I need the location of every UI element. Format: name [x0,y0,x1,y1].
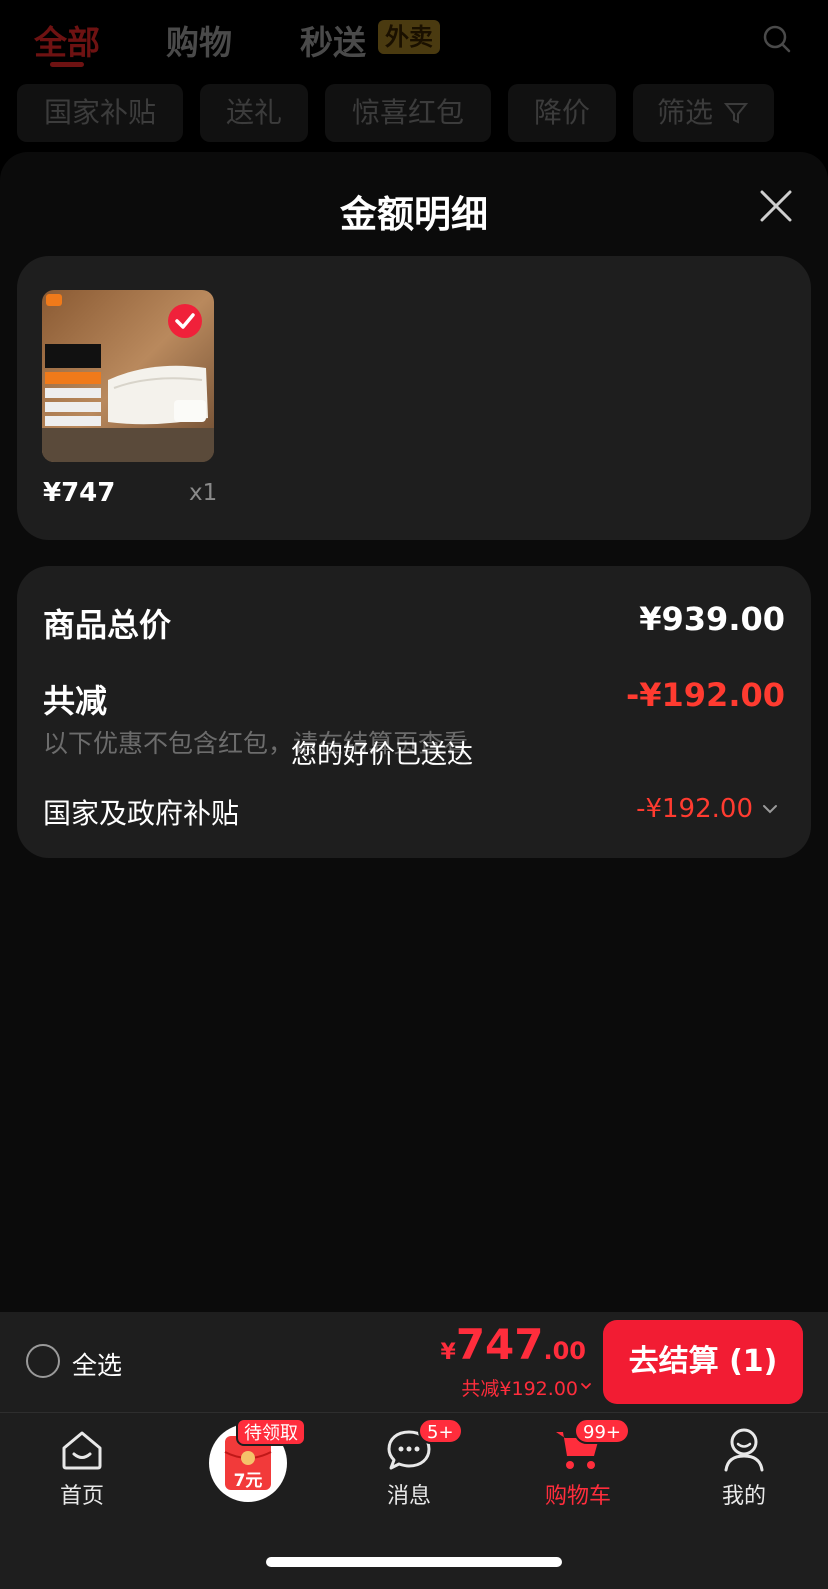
filter-label: 筛选 [657,96,714,129]
home-icon [62,1431,102,1470]
select-all-radio[interactable] [26,1344,60,1378]
toast-message: 您的好价已送达 [291,740,474,770]
tab-all[interactable]: 全部 [34,16,100,64]
tab-home[interactable]: 首页 [12,1422,152,1512]
filter-gift[interactable]: 送礼 [200,84,308,142]
filter-chip-row: 国家补贴 送礼 惊喜红包 降价 筛选 [0,84,828,142]
product-thumbnail[interactable] [42,290,214,462]
total-integer: 747 [455,1320,544,1369]
amount-detail-sheet: 金额明细 ¥747 x1 商品总价 ¥939.00 共减 -¥192.00 以下… [0,152,828,1312]
tab-label-home: 首页 [59,1484,104,1509]
message-count-badge: 5+ [418,1418,463,1444]
tab-active-indicator [50,62,84,67]
subsidy-value[interactable]: -¥192.00 [636,794,753,824]
product-price: ¥747 [43,478,116,508]
checkmark-icon [175,313,195,329]
close-icon[interactable] [756,186,796,226]
promo-badge: 待领取 [236,1418,306,1446]
currency-symbol: ¥ [440,1340,456,1365]
checkout-button[interactable]: 去结算 (1) [603,1320,803,1404]
tab-profile[interactable]: 我的 [674,1422,814,1512]
filter-red-packet[interactable]: 惊喜红包 [325,84,491,142]
chevron-down-icon[interactable] [761,800,779,818]
filter-price-drop[interactable]: 降价 [508,84,616,142]
chevron-down-icon[interactable] [580,1380,592,1392]
tabbar-divider [0,1412,828,1413]
funnel-icon [723,103,749,124]
tab-shopping[interactable]: 购物 [166,16,232,64]
total-price: ¥747.00 [441,1320,587,1372]
total-price-label: 商品总价 [43,606,172,644]
total-decimal: .00 [543,1337,586,1365]
search-icon[interactable] [762,24,792,54]
checkout-bar: 全选 ¥747.00 共减¥192.00 去结算 (1) [0,1312,828,1412]
tab-label-cart: 购物车 [544,1484,611,1509]
discount-total[interactable]: 共减¥192.00 [461,1374,578,1401]
selected-check-icon[interactable] [168,304,202,338]
sheet-title: 金额明细 [340,193,488,236]
reduction-label: 共减 [43,682,108,720]
cart-count-badge: 99+ [574,1418,630,1444]
home-indicator[interactable] [266,1557,562,1567]
tab-label-messages: 消息 [386,1484,431,1509]
tab-instant-delivery[interactable]: 秒送 [300,16,366,64]
filter-national-subsidy[interactable]: 国家补贴 [17,84,183,142]
product-quantity: x1 [189,480,218,506]
price-summary-card: 商品总价 ¥939.00 共减 -¥192.00 以下优惠不包含红包，请在结算页… [17,566,811,858]
select-all-label[interactable]: 全选 [72,1346,122,1382]
product-card: ¥747 x1 [17,256,811,540]
subsidy-label: 国家及政府补贴 [43,797,240,830]
top-tab-bar: 全部 购物 秒送 外卖 [0,0,828,78]
waimai-badge: 外卖 [378,20,440,54]
tab-label-profile: 我的 [721,1484,766,1509]
promo-amount: 7元 [234,1471,263,1491]
reduction-value: -¥192.00 [625,676,785,714]
filter-screen-button[interactable]: 筛选 [633,84,774,142]
profile-icon [724,1428,764,1472]
total-price-value: ¥939.00 [639,600,785,638]
